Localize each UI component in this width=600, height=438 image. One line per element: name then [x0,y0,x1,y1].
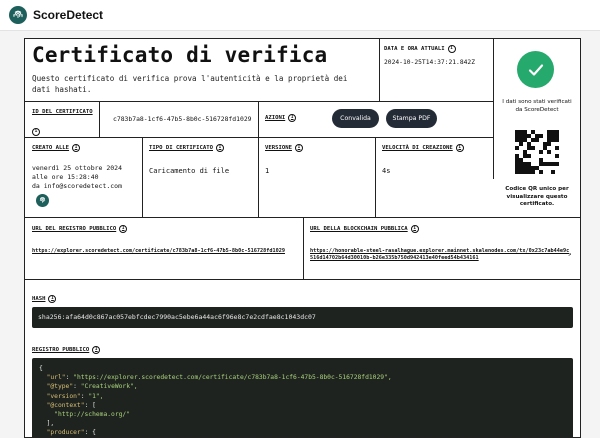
blockchain-url-block: URL DELLA BLOCKCHAIN PUBBLICA i https://h… [310,225,578,262]
external-link-icon[interactable]: ↗ [568,251,572,258]
info-icon[interactable]: i [72,144,81,152]
top-bar: ScoreDetect [0,0,600,31]
info-icon[interactable]: i [294,144,303,152]
type-label: TIPO DI CERTIFICATO [149,145,213,151]
created-label: CREATO ALLE [32,145,70,151]
public-registry-url-label: URL DEL REGISTRO PUBBLICO [32,226,117,232]
divider [258,101,259,137]
json-line: "url": "https://explorer.scoredetect.com… [46,374,392,382]
print-pdf-button[interactable]: Stampa PDF [386,109,437,128]
current-date-block: DATA E ORA ATTUALI i 2024-10-25T14:37:21.… [384,45,490,68]
certificate-id-value: c783b7a8-1cf6-47b5-8b0c-516728fd1029 [113,115,252,123]
json-line: "http://schema.org/" [54,411,130,419]
certificate-card: Certificato di verifica Questo certifica… [24,38,581,438]
hash-value: sha256:afa64d0c867ac057ebfcdec7990ac5ebe… [38,313,316,321]
version-label: VERSIONE [265,145,292,151]
info-icon[interactable]: i [288,114,297,122]
created-block: CREATO ALLE i venerdì 25 ottobre 2024 all… [32,144,140,207]
current-date-value: 2024-10-25T14:37:21.842Z [384,59,475,66]
divider [258,137,259,217]
hash-label: HASH [32,296,46,302]
info-icon[interactable]: i [119,225,128,233]
registry-json-box[interactable]: { "url": "https://explorer.scoredetect.c… [32,358,573,437]
json-line: "@type": "CreativeWork", [46,383,138,391]
blockchain-url-link[interactable]: https://honorable-steel-rasalhague.explo… [310,248,572,262]
type-block: TIPO DI CERTIFICATO i Caricamento di file [149,144,257,176]
qr-text: Codice QR unico per visualizzare questo … [505,186,569,207]
title-block: Certificato di verifica Questo certifica… [32,43,372,95]
divider [25,279,580,280]
type-value: Caricamento di file [149,167,230,175]
json-line: "producer": { [46,429,96,437]
divider [25,137,493,138]
info-icon[interactable]: i [32,128,40,137]
json-line: ], [46,420,55,428]
info-icon[interactable]: i [216,144,224,152]
validate-button[interactable]: Convalida [332,109,379,128]
hash-label-block: HASH i [32,295,57,303]
divider [379,39,380,101]
current-date-label: DATA E ORA ATTUALI [384,46,445,52]
speed-value: 4s [382,167,391,175]
brand[interactable]: ScoreDetect [9,6,103,24]
json-line: { [39,365,43,372]
fingerprint-logo-icon [9,6,27,24]
created-value: venerdì 25 ottobre 2024 alle ore 15:28:4… [32,164,123,181]
brand-name: ScoreDetect [33,8,104,22]
qr-code-icon[interactable] [515,130,559,174]
certificate-id-label: ID DEL CERTIFICATO [32,109,93,115]
version-value: 1 [265,167,270,175]
json-line: "version": "1", [46,392,104,400]
json-line: "@context": [ [46,401,96,409]
certificate-id-label-block: ID DEL CERTIFICATO i [32,109,97,137]
verified-text: I dati sono stati verificati da ScoreDet… [502,99,572,113]
fingerprint-avatar-icon [36,194,49,207]
actions-label-block: AZIONI i [265,114,297,122]
divider [99,101,100,137]
version-block: VERSIONE i 1 [265,144,373,176]
blockchain-url-label: URL DELLA BLOCKCHAIN PUBBLICA [310,226,408,232]
check-icon [517,51,554,88]
hash-box[interactable]: sha256:afa64d0c867ac057ebfcdec7990ac5ebe… [32,307,573,328]
public-registry-url-link[interactable]: https://explorer.scoredetect.com/certifi… [32,248,300,255]
page-description: Questo certificato di verifica prova l'a… [32,74,348,94]
verification-sidebar: I dati sono stati verificati da ScoreDet… [493,39,580,217]
page-title: Certificato di verifica [32,43,328,67]
qr-module [555,170,559,174]
created-by: da info@scoredetect.com [32,182,123,190]
divider [375,137,376,217]
registry-label: REGISTRO PUBBLICO [32,347,90,353]
divider [303,217,304,279]
actions-label: AZIONI [265,115,286,121]
public-registry-url-block: URL DEL REGISTRO PUBBLICO i https://explo… [32,225,300,255]
info-icon[interactable]: i [447,45,456,53]
info-icon[interactable]: i [410,225,419,233]
info-icon[interactable]: i [455,144,464,152]
divider [25,101,493,102]
info-icon[interactable]: i [92,346,101,354]
speed-label: VELOCITÀ DI CREAZIONE [382,145,453,151]
divider [142,137,143,217]
info-icon[interactable]: i [48,295,57,303]
registry-label-block: REGISTRO PUBBLICO i [32,346,101,354]
speed-block: VELOCITÀ DI CREAZIONE i 4s [382,144,492,176]
